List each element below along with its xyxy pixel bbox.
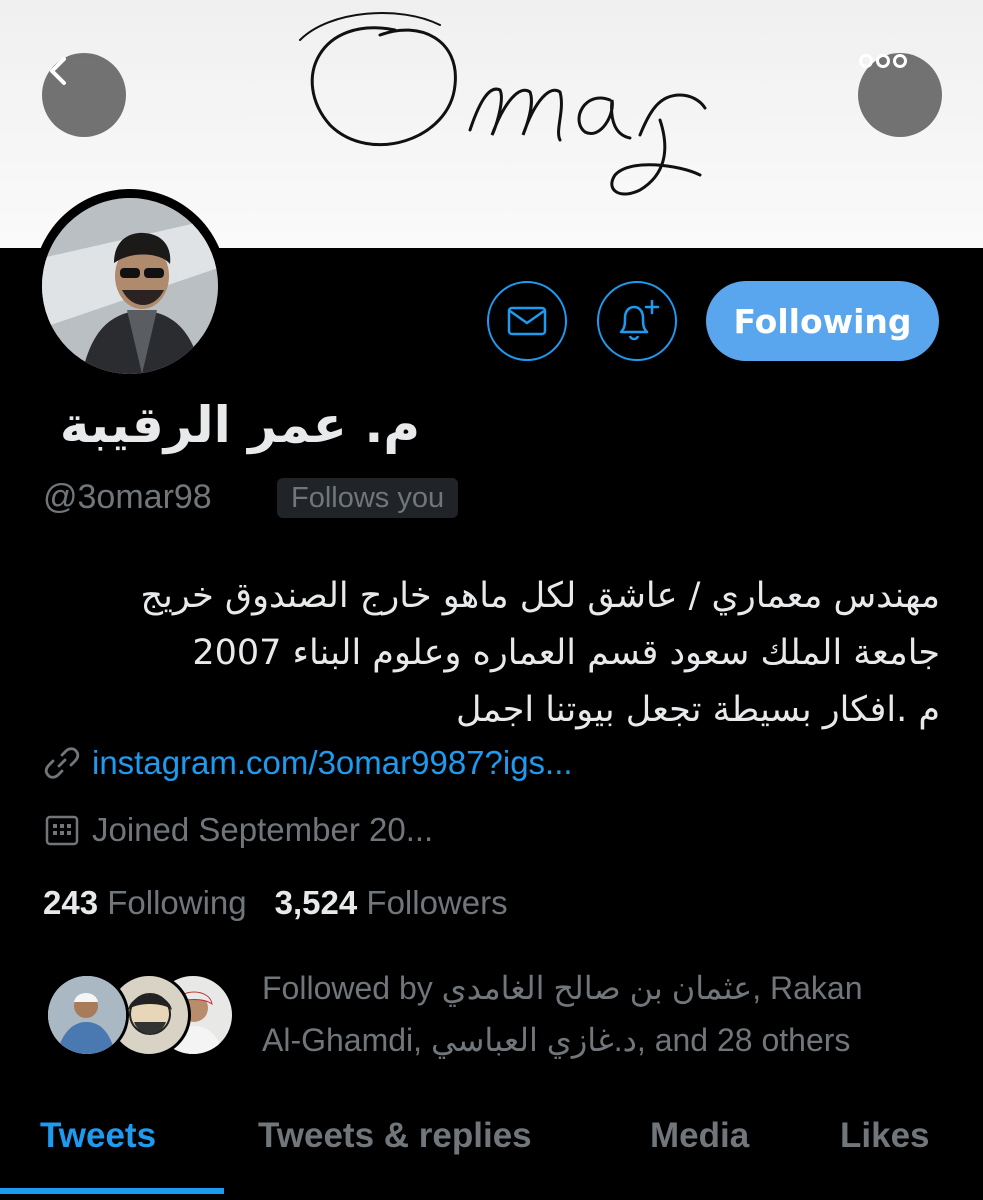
- follows-you-badge: Follows you: [277, 478, 459, 518]
- link-icon: [44, 747, 80, 779]
- joined-date-row: Joined September 20...: [44, 811, 433, 849]
- notifications-button[interactable]: [597, 281, 677, 361]
- user-handle: @3omar98: [43, 478, 212, 516]
- joined-date: Joined September 20...: [92, 811, 434, 848]
- tab-likes[interactable]: Likes: [840, 1116, 930, 1156]
- following-count: 243: [43, 884, 99, 921]
- message-button[interactable]: [487, 281, 567, 361]
- more-options-button[interactable]: [858, 53, 942, 137]
- calendar-icon: [45, 815, 79, 846]
- more-horizontal-icon: [859, 54, 907, 68]
- mail-icon: [507, 306, 547, 336]
- tab-tweets[interactable]: Tweets: [40, 1116, 156, 1156]
- profile-link[interactable]: instagram.com/3omar9987?igs...: [92, 744, 573, 782]
- following-button[interactable]: Following: [706, 281, 939, 361]
- bio-line: مهندس معماري / عاشق لكل ماهو خارج الصندو…: [140, 576, 940, 616]
- active-tab-indicator: [0, 1188, 224, 1194]
- chevron-left-icon: [50, 57, 66, 85]
- followed-by-line: Al-Ghamdi, د.غازي العباسي, and 28 others: [262, 1022, 851, 1058]
- tab-tweets-and-replies[interactable]: Tweets & replies: [258, 1116, 532, 1156]
- followed-by-line: Followed by عثمان بن صالح الغامدي, Rakan: [262, 970, 863, 1006]
- profile-avatar[interactable]: [33, 189, 227, 383]
- mutual-followers-avatars[interactable]: [45, 973, 235, 1059]
- profile-bio: مهندس معماري / عاشق لكل ماهو خارج الصندو…: [40, 568, 940, 739]
- bio-line: جامعة الملك سعود قسم العماره وعلوم البنا…: [192, 633, 940, 673]
- profile-link-row[interactable]: instagram.com/3omar9987?igs...: [44, 744, 573, 782]
- profile-tabs: Tweets Tweets & replies Media Likes: [0, 1108, 983, 1200]
- avatar-photo: [42, 198, 218, 374]
- followers-stat[interactable]: 3,524 Followers: [275, 884, 508, 922]
- bio-line: م .افكار بسيطة تجعل بيوتنا اجمل: [456, 690, 940, 730]
- followed-by-text[interactable]: Followed by عثمان بن صالح الغامدي, Rakan…: [262, 962, 932, 1066]
- followers-label: Followers: [366, 884, 508, 921]
- tab-media[interactable]: Media: [650, 1116, 749, 1156]
- following-stat[interactable]: 243 Following: [43, 884, 247, 922]
- mutual-avatar: [45, 973, 129, 1057]
- following-label: Following: [107, 884, 247, 921]
- follow-stats: 243 Following 3,524 Followers: [43, 884, 508, 922]
- followers-count: 3,524: [274, 884, 358, 921]
- back-button[interactable]: [42, 53, 126, 137]
- bell-plus-icon: [619, 299, 660, 341]
- display-name: م. عمر الرقيبة: [59, 396, 420, 454]
